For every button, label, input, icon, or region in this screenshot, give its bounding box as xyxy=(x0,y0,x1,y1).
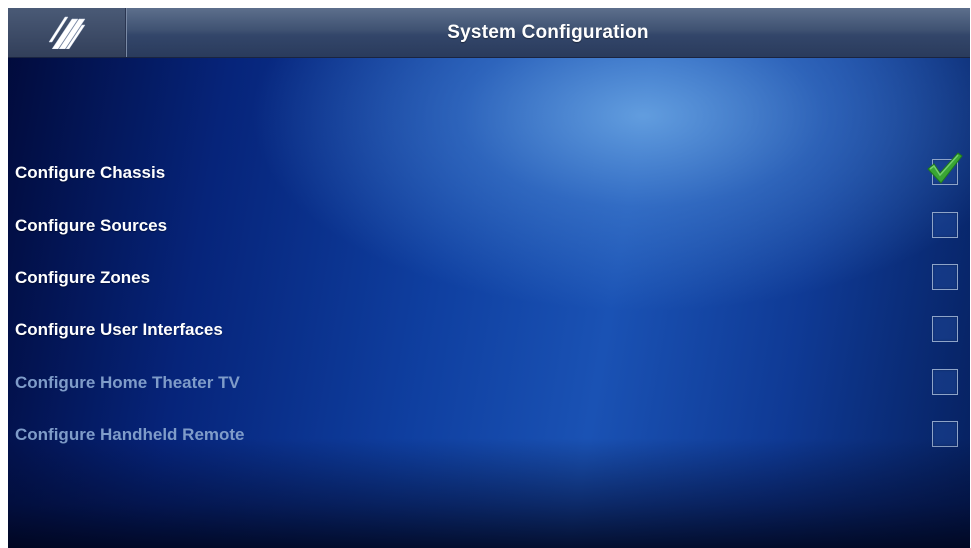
status-checkbox[interactable] xyxy=(932,316,958,342)
logo-button[interactable] xyxy=(8,8,127,57)
menu-item-configure-sources[interactable]: Configure Sources xyxy=(8,206,970,246)
menu-item-configure-handheld-remote: Configure Handheld Remote xyxy=(8,415,970,455)
menu-item-configure-chassis[interactable]: Configure Chassis xyxy=(8,152,970,193)
menu-item-configure-zones[interactable]: Configure Zones xyxy=(8,258,970,298)
brand-stripes-logo-icon xyxy=(48,16,86,49)
status-checkbox[interactable] xyxy=(932,212,958,238)
header-bar: System Configuration xyxy=(8,8,970,58)
system-configuration-screen: System Configuration Configure Chassis C… xyxy=(8,8,970,548)
menu-item-label: Configure Sources xyxy=(15,216,168,235)
menu-item-label: Configure Home Theater TV xyxy=(15,373,240,392)
page-title: System Configuration xyxy=(447,22,649,43)
status-checkbox xyxy=(932,421,958,447)
status-checkbox xyxy=(932,369,958,395)
menu-item-label: Configure Chassis xyxy=(15,163,166,182)
menu-item-label: Configure Zones xyxy=(15,268,151,287)
menu-item-label: Configure Handheld Remote xyxy=(15,425,245,444)
status-checkbox[interactable] xyxy=(932,264,958,290)
menu-item-label: Configure User Interfaces xyxy=(15,320,223,339)
menu-item-configure-user-interfaces[interactable]: Configure User Interfaces xyxy=(8,310,970,350)
menu-item-configure-home-theater-tv: Configure Home Theater TV xyxy=(8,363,970,403)
checkmark-icon xyxy=(927,152,963,184)
